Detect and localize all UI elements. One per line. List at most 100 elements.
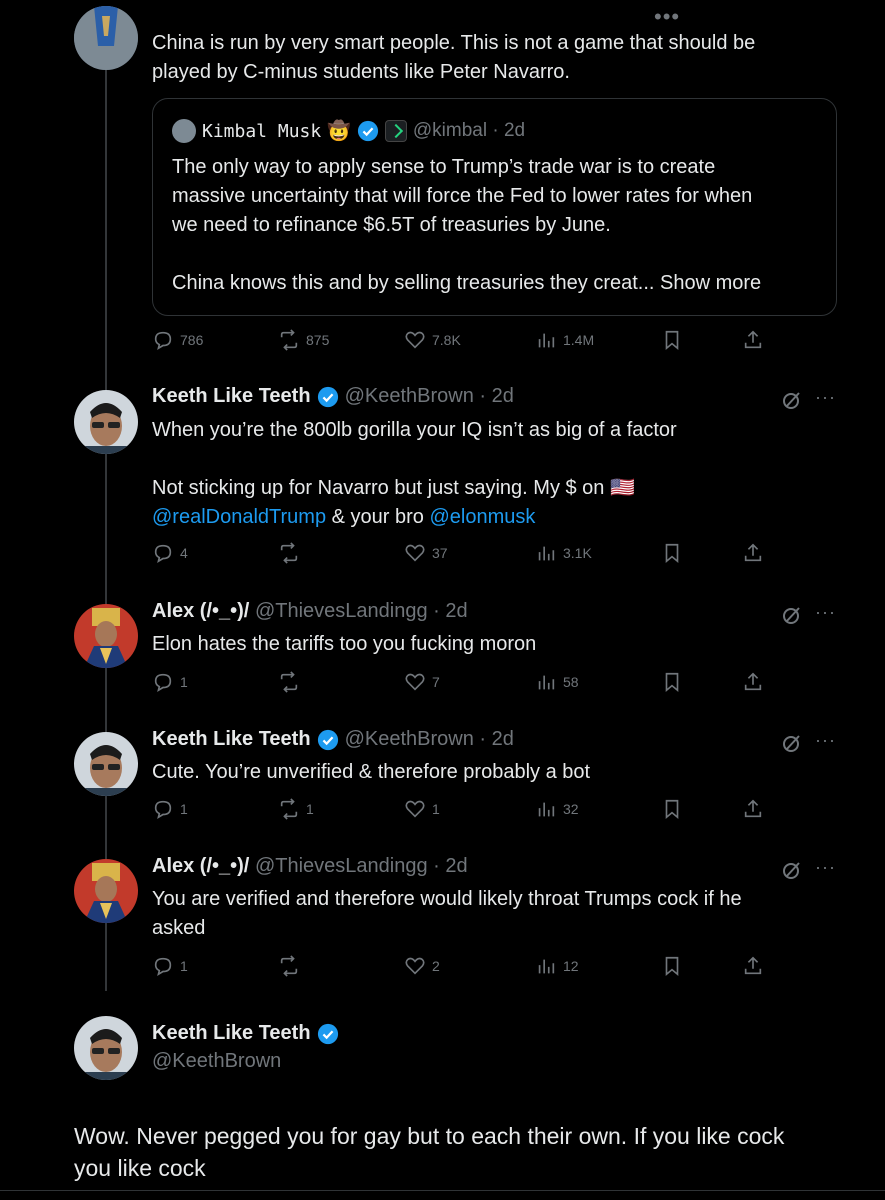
avatar[interactable] <box>74 732 138 796</box>
reply-button[interactable]: 1 <box>152 670 188 694</box>
likes-count: 37 <box>432 545 448 561</box>
repost-icon <box>280 542 298 564</box>
repost-icon <box>280 798 298 820</box>
bookmark-button[interactable] <box>661 328 683 352</box>
quote-time: 2d <box>503 120 526 141</box>
repost-button[interactable]: 1 <box>278 797 314 821</box>
views-icon <box>538 802 555 817</box>
author-name[interactable]: Keeth Like Teeth <box>152 1022 311 1045</box>
repost-button[interactable] <box>278 541 306 565</box>
share-icon <box>744 956 762 975</box>
share-button[interactable] <box>742 670 764 694</box>
share-button[interactable] <box>742 954 764 978</box>
like-icon <box>405 673 425 691</box>
mention-link[interactable]: @realDonaldTrump <box>152 506 326 528</box>
like-icon <box>405 331 425 349</box>
repost-button[interactable]: 875 <box>278 328 329 352</box>
author-name[interactable]: Alex (/•_•)/ <box>152 600 249 623</box>
views-button[interactable]: 12 <box>535 954 579 978</box>
views-icon <box>538 675 555 690</box>
more-options-icon[interactable]: ··· <box>815 731 837 755</box>
grok-icon[interactable] <box>780 731 804 755</box>
bookmark-icon <box>665 672 679 693</box>
avatar[interactable] <box>74 6 138 70</box>
share-icon <box>744 543 762 562</box>
avatar[interactable] <box>74 1016 138 1080</box>
reply-button[interactable]: 4 <box>152 541 188 565</box>
reposts-count: 875 <box>306 332 330 348</box>
author-name[interactable]: Keeth Like Teeth <box>152 728 311 751</box>
views-icon <box>538 959 555 974</box>
tweet-time[interactable]: 2d <box>492 728 514 751</box>
views-button[interactable]: 1.4M <box>535 328 594 352</box>
like-button[interactable]: 7 <box>404 670 440 694</box>
thread-line <box>105 66 107 991</box>
author-name[interactable]: Alex (/•_•)/ <box>152 855 249 878</box>
reposts-count: 1 <box>306 801 314 817</box>
share-button[interactable] <box>742 541 764 565</box>
separator-dot: · <box>487 120 504 141</box>
grok-icon[interactable] <box>780 858 804 882</box>
like-button[interactable]: 1 <box>404 797 440 821</box>
avatar[interactable] <box>74 604 138 668</box>
author-handle[interactable]: @KeethBrown <box>345 728 474 751</box>
reply-button[interactable]: 1 <box>152 797 188 821</box>
likes-count: 2 <box>432 958 440 974</box>
tweet-time[interactable]: 2d <box>445 855 467 878</box>
tweet-text: You are verified and therefore would lik… <box>152 888 742 939</box>
views-count: 1.4M <box>563 332 595 348</box>
share-button[interactable] <box>742 797 764 821</box>
likes-count: 1 <box>432 801 440 817</box>
like-button[interactable]: 2 <box>404 954 440 978</box>
repost-button[interactable] <box>278 670 306 694</box>
tweet-text: When you’re the 800lb gorilla your IQ is… <box>152 416 802 532</box>
more-options-icon[interactable]: ··· <box>815 388 837 412</box>
mention-link[interactable]: @elonmusk <box>429 506 535 528</box>
author-handle[interactable]: @KeethBrown <box>152 1050 281 1073</box>
bookmark-button[interactable] <box>661 541 683 565</box>
verified-badge-icon <box>317 729 338 750</box>
avatar[interactable] <box>74 859 138 923</box>
bookmark-button[interactable] <box>661 797 683 821</box>
views-button[interactable]: 32 <box>535 797 579 821</box>
share-button[interactable] <box>742 328 764 352</box>
like-button[interactable]: 7.8K <box>404 328 461 352</box>
reply-icon <box>154 957 172 976</box>
reply-button[interactable]: 786 <box>152 328 203 352</box>
bookmark-icon <box>665 799 679 820</box>
views-icon <box>538 546 555 561</box>
show-more-link[interactable]: Show more <box>660 272 761 294</box>
tweet-time[interactable]: 2d <box>445 600 467 623</box>
views-count: 32 <box>563 801 579 817</box>
author-handle[interactable]: @KeethBrown <box>345 385 474 408</box>
share-icon <box>744 799 762 818</box>
verified-badge-icon <box>317 386 338 407</box>
quote-author-name: Kimbal Musk <box>202 120 322 142</box>
like-button[interactable]: 37 <box>404 541 448 565</box>
bookmark-icon <box>665 330 679 351</box>
quoted-tweet[interactable]: Kimbal Musk 🤠 @kimbal · 2d The only way … <box>152 98 837 316</box>
more-options-icon[interactable]: ••• <box>654 4 680 30</box>
repost-button[interactable] <box>278 954 306 978</box>
author-handle[interactable]: @ThievesLandingg <box>255 855 428 878</box>
verified-badge-icon <box>357 120 378 142</box>
repost-icon <box>280 671 298 693</box>
views-button[interactable]: 3.1K <box>535 541 592 565</box>
grok-icon[interactable] <box>780 388 804 412</box>
tweet-time[interactable]: 2d <box>492 385 514 408</box>
more-options-icon[interactable]: ··· <box>815 858 837 882</box>
tweet-actions: 1 7 58 <box>152 670 772 694</box>
author-name[interactable]: Keeth Like Teeth <box>152 385 311 408</box>
views-button[interactable]: 58 <box>535 670 579 694</box>
author-handle[interactable]: @ThievesLandingg <box>255 600 428 623</box>
tweet-header: Keeth Like Teeth @KeethBrown · 2d <box>152 385 514 408</box>
avatar[interactable] <box>74 390 138 454</box>
reply-button[interactable]: 1 <box>152 954 188 978</box>
replies-count: 786 <box>180 332 204 348</box>
repost-icon <box>280 329 298 351</box>
grok-icon[interactable] <box>780 603 804 627</box>
affiliate-badge-icon <box>384 120 407 142</box>
bookmark-button[interactable] <box>661 670 683 694</box>
bookmark-button[interactable] <box>661 954 683 978</box>
more-options-icon[interactable]: ··· <box>815 603 837 627</box>
